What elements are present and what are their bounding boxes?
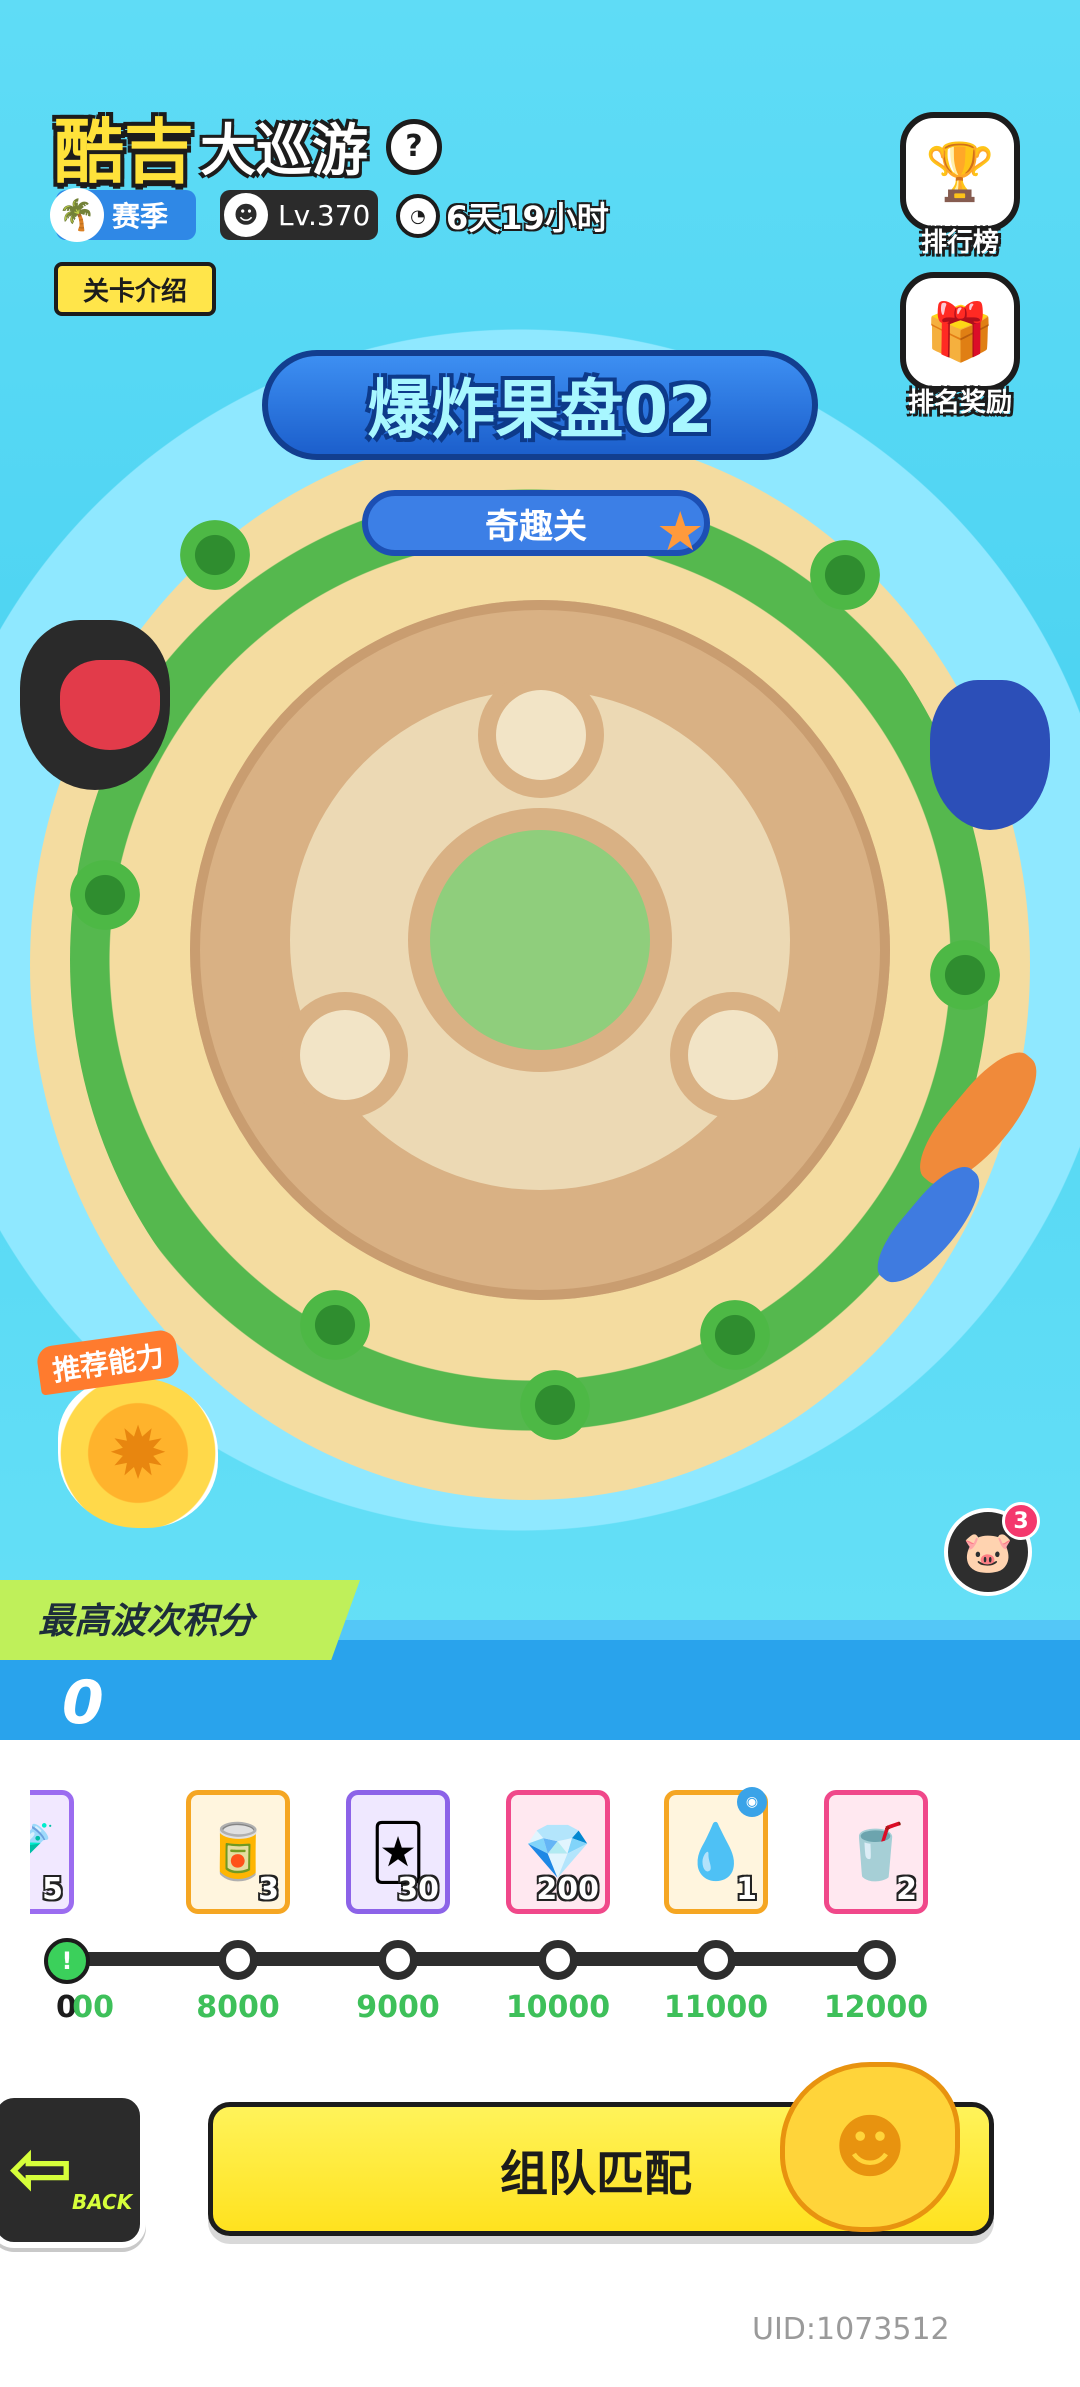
palm-tree <box>70 860 140 930</box>
season-label: 赛季 <box>112 200 169 233</box>
reward-count: 2 <box>896 1872 917 1907</box>
leaderboard-button[interactable]: 🏆 排行榜 <box>896 112 1024 259</box>
reward-box-icon: 🎁 <box>900 272 1020 392</box>
mail-badge: 3 <box>1002 1502 1040 1540</box>
palm-tree <box>520 1370 590 1440</box>
cola-can-icon: 🥫 3 <box>186 1790 290 1914</box>
palm-tree <box>930 940 1000 1010</box>
score-value: 0 <box>62 1668 104 1738</box>
milestone-label: 12000 <box>823 1990 929 2025</box>
uid-label: UID:1073512 <box>752 2312 950 2347</box>
recommended-ability[interactable]: ✹ 推荐能力 <box>35 1328 250 1528</box>
milestone-node <box>696 1940 736 1980</box>
reward-count: 30 <box>397 1872 439 1907</box>
starfish-icon: ★ <box>656 500 705 563</box>
reward-item[interactable]: 💎 200 <box>506 1790 610 1914</box>
milestone-node <box>856 1940 896 1980</box>
reward-count: 3 <box>258 1872 279 1907</box>
arena-node <box>496 690 586 780</box>
milestone-node <box>218 1940 258 1980</box>
info-mini-icon: ◉ <box>737 1787 767 1817</box>
diamond-icon: 💎 200 <box>506 1790 610 1914</box>
progress-track <box>66 1952 876 1966</box>
level-label: Lv.370 <box>278 198 371 232</box>
reward-item[interactable]: 🥫 3 <box>186 1790 290 1914</box>
stage-intro-button[interactable]: 关卡介绍 <box>54 262 216 316</box>
season-badge[interactable]: 🌴 赛季 <box>50 188 196 242</box>
arena-center-grass <box>430 830 650 1050</box>
palm-tree <box>180 520 250 590</box>
reward-item[interactable]: 🥤 2 <box>824 1790 928 1914</box>
palm-tree <box>300 1290 370 1360</box>
title-part2: 大巡游 <box>200 119 368 184</box>
milestone-label: 9000 <box>356 1990 440 2025</box>
reward-item[interactable]: 🧪5 <box>30 1790 134 1914</box>
back-label: BACK <box>72 2190 133 2214</box>
question-icon[interactable]: ? <box>386 118 442 175</box>
stage-title-banner: 爆炸果盘02 <box>262 350 818 460</box>
mascot-icon: ☻ <box>780 2062 960 2232</box>
score-label: 最高波次积分 <box>38 1601 255 1642</box>
palm-tree <box>700 1300 770 1370</box>
milestone-label: 11000 <box>663 1990 769 2025</box>
alert-icon: ! <box>44 1938 90 1984</box>
timer-text: 6天19小时 <box>446 199 609 237</box>
title-part1: 酷吉 <box>54 111 194 193</box>
reward-item[interactable]: 💧 1 ◉ <box>664 1787 768 1914</box>
back-arrow-icon: ⇦ <box>8 2124 74 2214</box>
ability-icon: ✹ <box>58 1378 218 1528</box>
leaderboard-label: 排行榜 <box>920 228 999 258</box>
reward-count: 1 <box>736 1872 757 1907</box>
event-timer: ◔ 6天19小时 <box>396 192 609 240</box>
clock-icon: ◔ <box>396 194 440 238</box>
reward-item[interactable]: 🃏 30 <box>346 1790 450 1914</box>
gift-can-icon: 🥤 2 <box>824 1790 928 1914</box>
rank-reward-label: 排名奖励 <box>907 388 1012 418</box>
pirate-sail <box>60 660 160 750</box>
mascot-icon: ☻ <box>224 193 268 237</box>
palm-tree <box>810 540 880 610</box>
trophy-icon: 🏆 <box>900 112 1020 232</box>
milestone-label: 10000 <box>505 1990 611 2025</box>
milestone-label: 00 <box>72 1990 114 2025</box>
arena-node <box>688 1010 778 1100</box>
team-match-label: 组队匹配 <box>499 2146 692 2202</box>
arena-node <box>300 1010 390 1100</box>
milestone-label: 8000 <box>196 1990 280 2025</box>
blue-ship <box>930 680 1050 830</box>
rank-reward-button[interactable]: 🎁 排名奖励 <box>896 272 1024 419</box>
level-badge: ☻ Lv.370 <box>220 190 378 240</box>
stage-title: 爆炸果盘02 <box>367 374 713 448</box>
mail-button[interactable]: 🐷 3 <box>944 1502 1040 1604</box>
potion-icon: 🧪5 <box>30 1790 74 1914</box>
card-pack-icon: 🃏 30 <box>346 1790 450 1914</box>
reward-count: 200 <box>536 1872 599 1907</box>
water-drop-icon: 💧 1 ◉ <box>664 1787 768 1914</box>
season-palm-icon: 🌴 <box>50 188 104 242</box>
milestone-node <box>538 1940 578 1980</box>
event-title: 酷吉 大巡游 ? <box>54 96 442 197</box>
milestone-node <box>378 1940 418 1980</box>
reward-count: 5 <box>42 1872 63 1907</box>
